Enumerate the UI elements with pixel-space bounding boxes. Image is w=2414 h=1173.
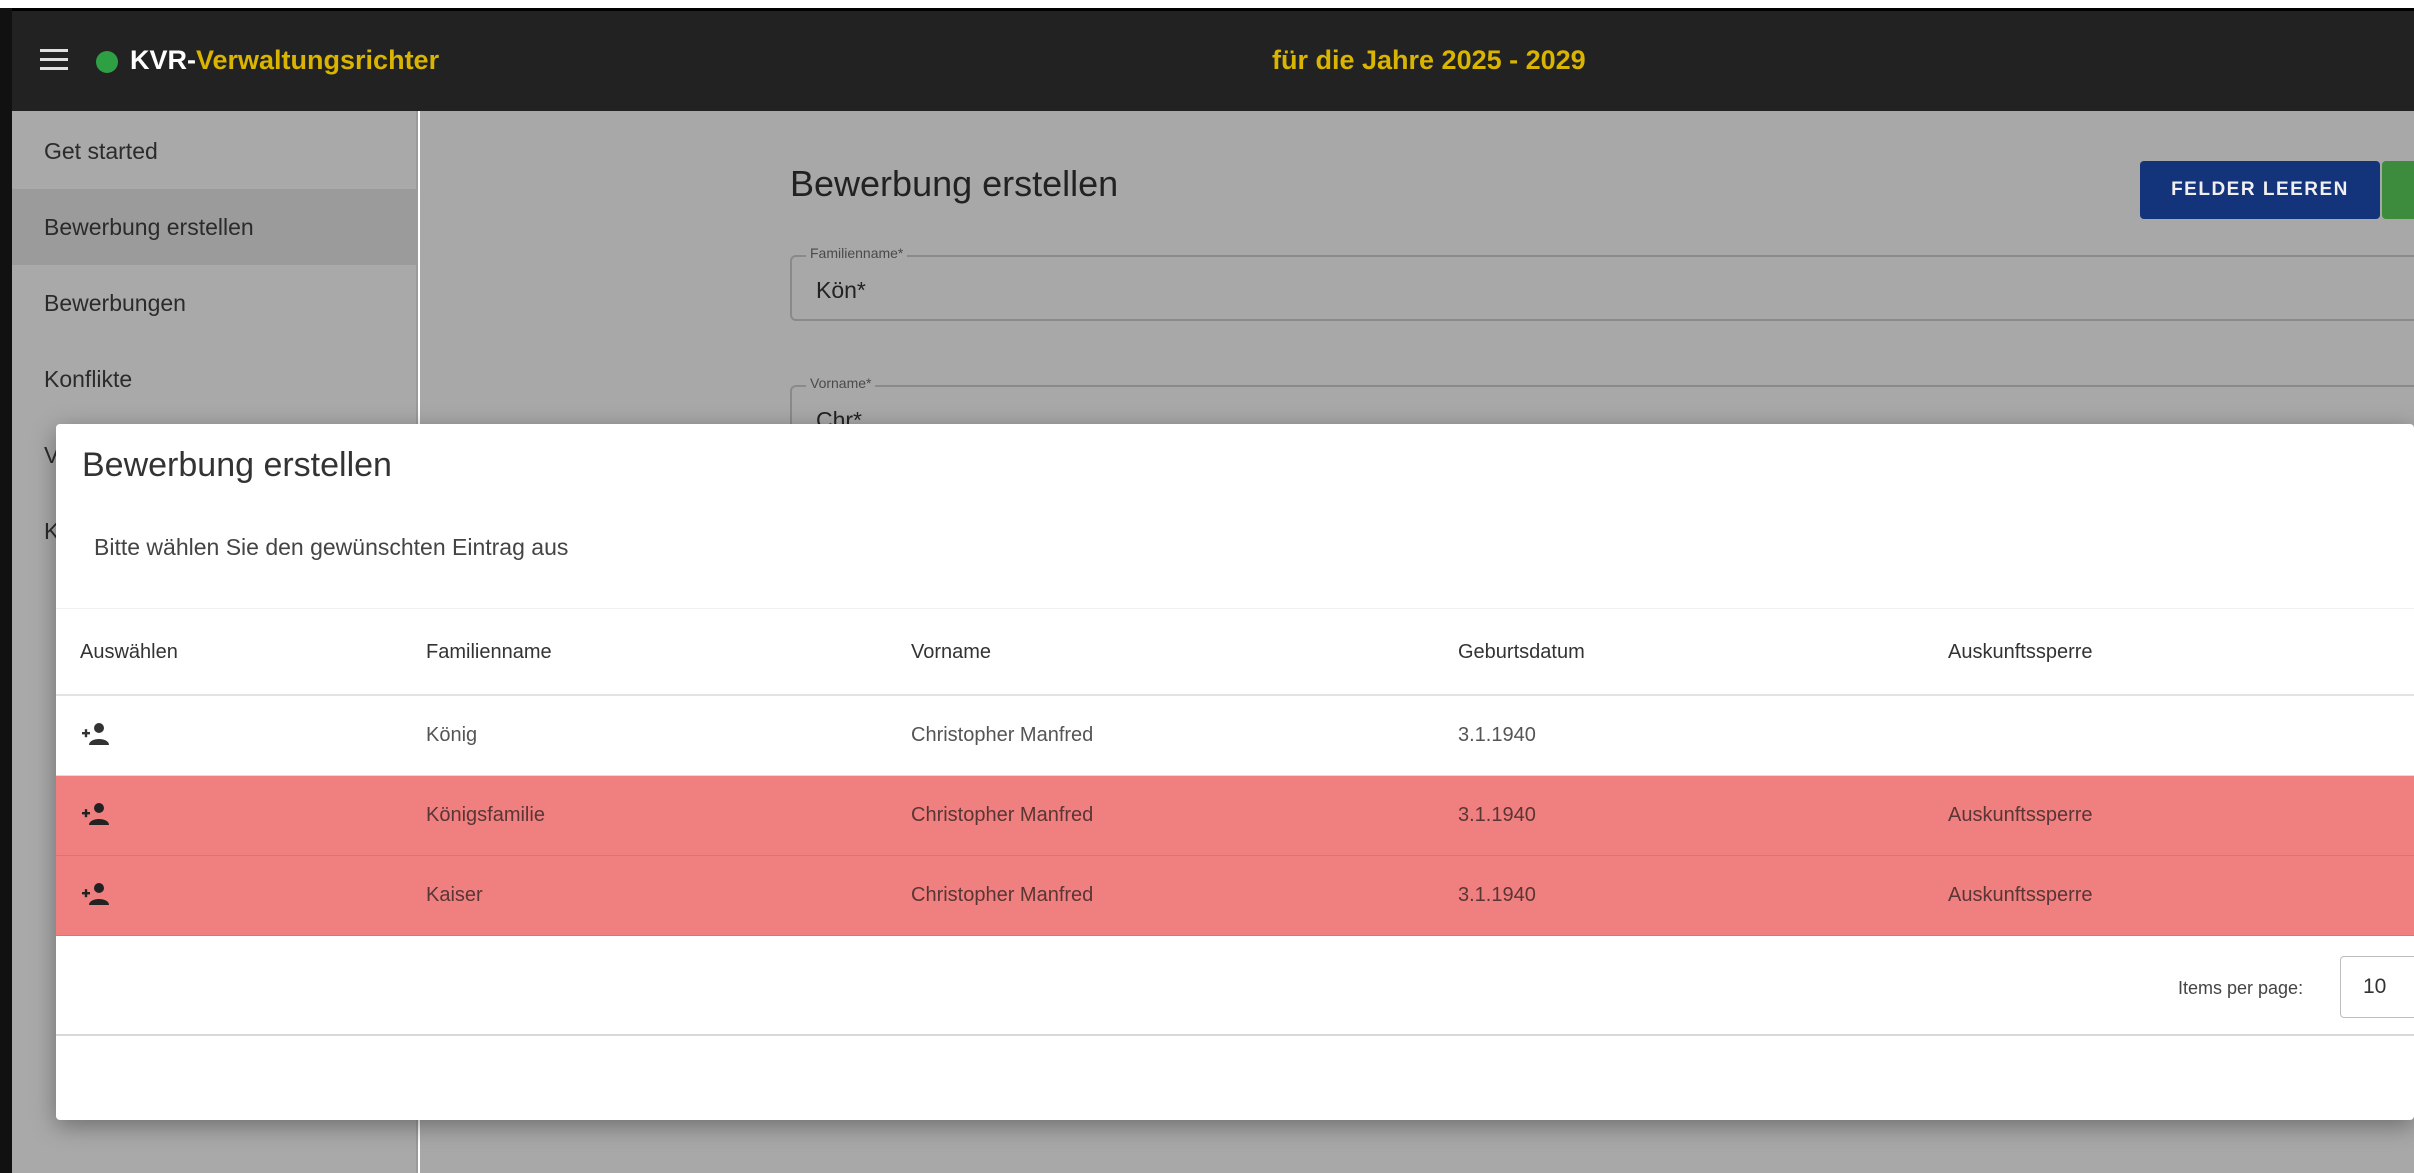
column-header-familienname[interactable]: Familienname [426, 641, 552, 664]
items-per-page-select[interactable]: 10 [2340, 956, 2414, 1018]
column-header-auskunftssperre[interactable]: Auskunftssperre [1948, 641, 2093, 664]
sidebar-item-konflikte[interactable]: Konflikte [12, 341, 418, 417]
cell-familienname: Königsfamilie [426, 804, 545, 826]
sidebar-item-bewerbungen[interactable]: Bewerbungen [12, 265, 418, 341]
items-per-page-label: Items per page: [2178, 978, 2304, 998]
person-add-icon[interactable] [80, 722, 110, 746]
familienname-label: Familienname* [806, 245, 908, 261]
cell-geburtsdatum: 3.1.1940 [1458, 724, 1536, 746]
vorname-label: Vorname* [806, 375, 876, 391]
sidebar-item-bewerbung-erstellen[interactable]: Bewerbung erstellen [12, 189, 418, 265]
app-title-name: Verwaltungsrichter [196, 45, 440, 75]
dialog-title: Bewerbung erstellen [82, 446, 392, 484]
selection-dialog: Bewerbung erstellen Bitte wählen Sie den… [56, 424, 2414, 1120]
dialog-text: Bitte wählen Sie den gewünschten Eintrag… [94, 534, 569, 560]
app-bar: KVR-Verwaltungsrichter für die Jahre 202… [12, 11, 2414, 111]
cell-geburtsdatum: 3.1.1940 [1458, 884, 1536, 906]
menu-icon[interactable] [40, 49, 68, 71]
familienname-value: Kön* [816, 277, 866, 303]
table-pagination: Items per page: 10 [56, 940, 2414, 1036]
page-title: Bewerbung erstellen [790, 163, 1119, 204]
app-subtitle: für die Jahre 2025 - 2029 [1272, 45, 1586, 75]
cell-familienname: Kaiser [426, 884, 483, 906]
column-header-auswaehlen: Auswählen [80, 641, 178, 663]
familienname-field[interactable]: Familienname* Kön* [790, 245, 2414, 321]
person-add-icon[interactable] [80, 802, 110, 826]
app-title-prefix: KVR- [130, 45, 196, 75]
column-header-vorname[interactable]: Vorname [911, 641, 991, 664]
cell-auskunftssperre: Auskunftssperre [1948, 884, 2093, 906]
cell-geburtsdatum: 3.1.1940 [1458, 804, 1536, 826]
screenshot-frame: KVR-Verwaltungsrichter für die Jahre 202… [0, 0, 2414, 1173]
frame-border-left [0, 8, 12, 1173]
cell-auskunftssperre: Auskunftssperre [1948, 804, 2093, 826]
clear-fields-button[interactable]: FELDER LEEREN [2140, 161, 2380, 219]
table-header: Auswählen Familienname Vorname Geburtsda… [56, 608, 2414, 696]
cell-vorname: Christopher Manfred [911, 724, 1094, 746]
sidebar-item-get-started[interactable]: Get started [12, 113, 418, 189]
person-add-icon[interactable] [80, 882, 110, 906]
app-title: KVR-Verwaltungsrichter [130, 45, 439, 76]
column-header-geburtsdatum[interactable]: Geburtsdatum [1458, 641, 1585, 664]
cell-familienname: König [426, 724, 478, 746]
table-row-blocked[interactable]: Kaiser Christopher Manfred 3.1.1940 Ausk… [56, 856, 2414, 936]
cell-vorname: Christopher Manfred [911, 884, 1094, 906]
status-dot-icon [96, 51, 118, 73]
cell-vorname: Christopher Manfred [911, 804, 1094, 826]
table-row[interactable]: König Christopher Manfred 3.1.1940 [56, 696, 2414, 776]
submit-button[interactable] [2382, 161, 2414, 219]
table-row-blocked[interactable]: Königsfamilie Christopher Manfred 3.1.19… [56, 776, 2414, 856]
